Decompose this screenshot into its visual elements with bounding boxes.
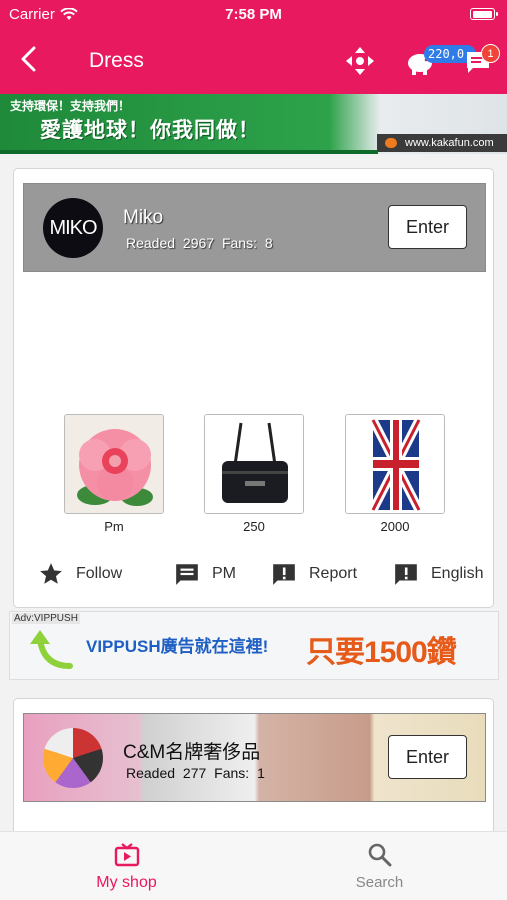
shop-header: MIKO Miko Readed 2967 Fans: 8 Enter	[23, 183, 486, 272]
shop-card: C&M名牌奢侈品 Readed 277 Fans: 1 Enter	[13, 698, 494, 838]
back-chevron-icon[interactable]	[16, 44, 44, 74]
language-label: English	[431, 565, 484, 582]
vippush-ad[interactable]: Adv:VIPPUSH VIPPUSH廣告就在這裡! 只要1500鑽	[9, 611, 499, 680]
pink-flower-pillow-image	[65, 415, 163, 513]
shop-stats: Readed 277 Fans: 1	[126, 765, 265, 781]
report-label: Report	[309, 565, 358, 582]
chat-unread-badge: 1	[481, 44, 500, 63]
black-shoulder-bag-image	[205, 415, 303, 513]
follow-button[interactable]: Follow	[38, 559, 122, 589]
report-icon	[395, 564, 417, 585]
arrow-icon	[30, 630, 73, 669]
banner-url: www.kakafun.com	[377, 134, 507, 152]
message-icon	[176, 564, 198, 585]
pm-button[interactable]: PM	[174, 559, 236, 589]
shop-video-icon	[114, 843, 139, 867]
battery-icon	[470, 8, 498, 20]
pm-label: PM	[212, 565, 236, 582]
shop-name: Miko	[123, 207, 164, 228]
banner-line2: 愛護地球！你我同做！	[40, 119, 260, 142]
follow-label: Follow	[76, 565, 123, 582]
product-price: 2000	[380, 519, 410, 534]
clock: 7:58 PM	[225, 6, 282, 23]
shop-card: MIKO Miko Readed 2967 Fans: 8 Enter Pm 2…	[13, 168, 494, 608]
union-jack-umbrella-image	[346, 415, 444, 513]
shop-name: C&M名牌奢侈品	[123, 742, 261, 763]
top-banner-ad[interactable]: 支持環保！支持我們！ 愛護地球！你我同做！ www.kakafun.com	[0, 94, 507, 154]
product-row: Pm 250 2000	[64, 414, 445, 539]
shop-header: C&M名牌奢侈品 Readed 277 Fans: 1 Enter	[23, 713, 486, 802]
language-button[interactable]: English	[393, 559, 483, 589]
search-icon	[368, 843, 391, 867]
product-price: 250	[243, 519, 265, 534]
tab-my-shop[interactable]: My shop	[0, 842, 253, 892]
product-item[interactable]: 2000	[345, 414, 445, 534]
tab-search-label: Search	[355, 874, 404, 891]
move-arrows-icon[interactable]	[344, 45, 376, 77]
product-thumbnail[interactable]	[345, 414, 445, 514]
ad-text-primary: VIPPUSH廣告就在這裡!	[86, 637, 269, 656]
shop-stats: Readed 2967 Fans: 8	[126, 235, 273, 251]
report-button[interactable]: Report	[271, 559, 357, 589]
banner-line1: 支持環保！支持我們！	[10, 99, 131, 113]
shop-avatar: MIKO	[43, 198, 103, 258]
banner-divider	[0, 150, 378, 154]
product-item[interactable]: 250	[204, 414, 304, 534]
top-bar: Carrier 7:58 PM Dress 220,0 1	[0, 0, 507, 94]
star-icon	[40, 563, 62, 584]
report-icon	[273, 564, 295, 585]
product-thumbnail[interactable]	[204, 414, 304, 514]
page-title: Dress	[89, 49, 144, 72]
tab-my-shop-label: My shop	[96, 874, 157, 891]
enter-shop-button[interactable]: Enter	[388, 735, 467, 779]
product-item[interactable]: Pm	[64, 414, 164, 534]
shop-avatar	[43, 728, 103, 788]
enter-shop-button[interactable]: Enter	[388, 205, 467, 249]
status-bar: Carrier 7:58 PM	[0, 0, 507, 30]
shop-actions: Follow PM Report English	[38, 559, 483, 589]
ad-tag: Adv:VIPPUSH	[12, 613, 80, 624]
tab-search[interactable]: Search	[253, 842, 506, 891]
product-thumbnail[interactable]	[64, 414, 164, 514]
bottom-tab-bar: My shop Search	[0, 831, 507, 900]
product-price: Pm	[104, 519, 124, 534]
ad-text-price: 只要1500鑽	[306, 636, 457, 669]
